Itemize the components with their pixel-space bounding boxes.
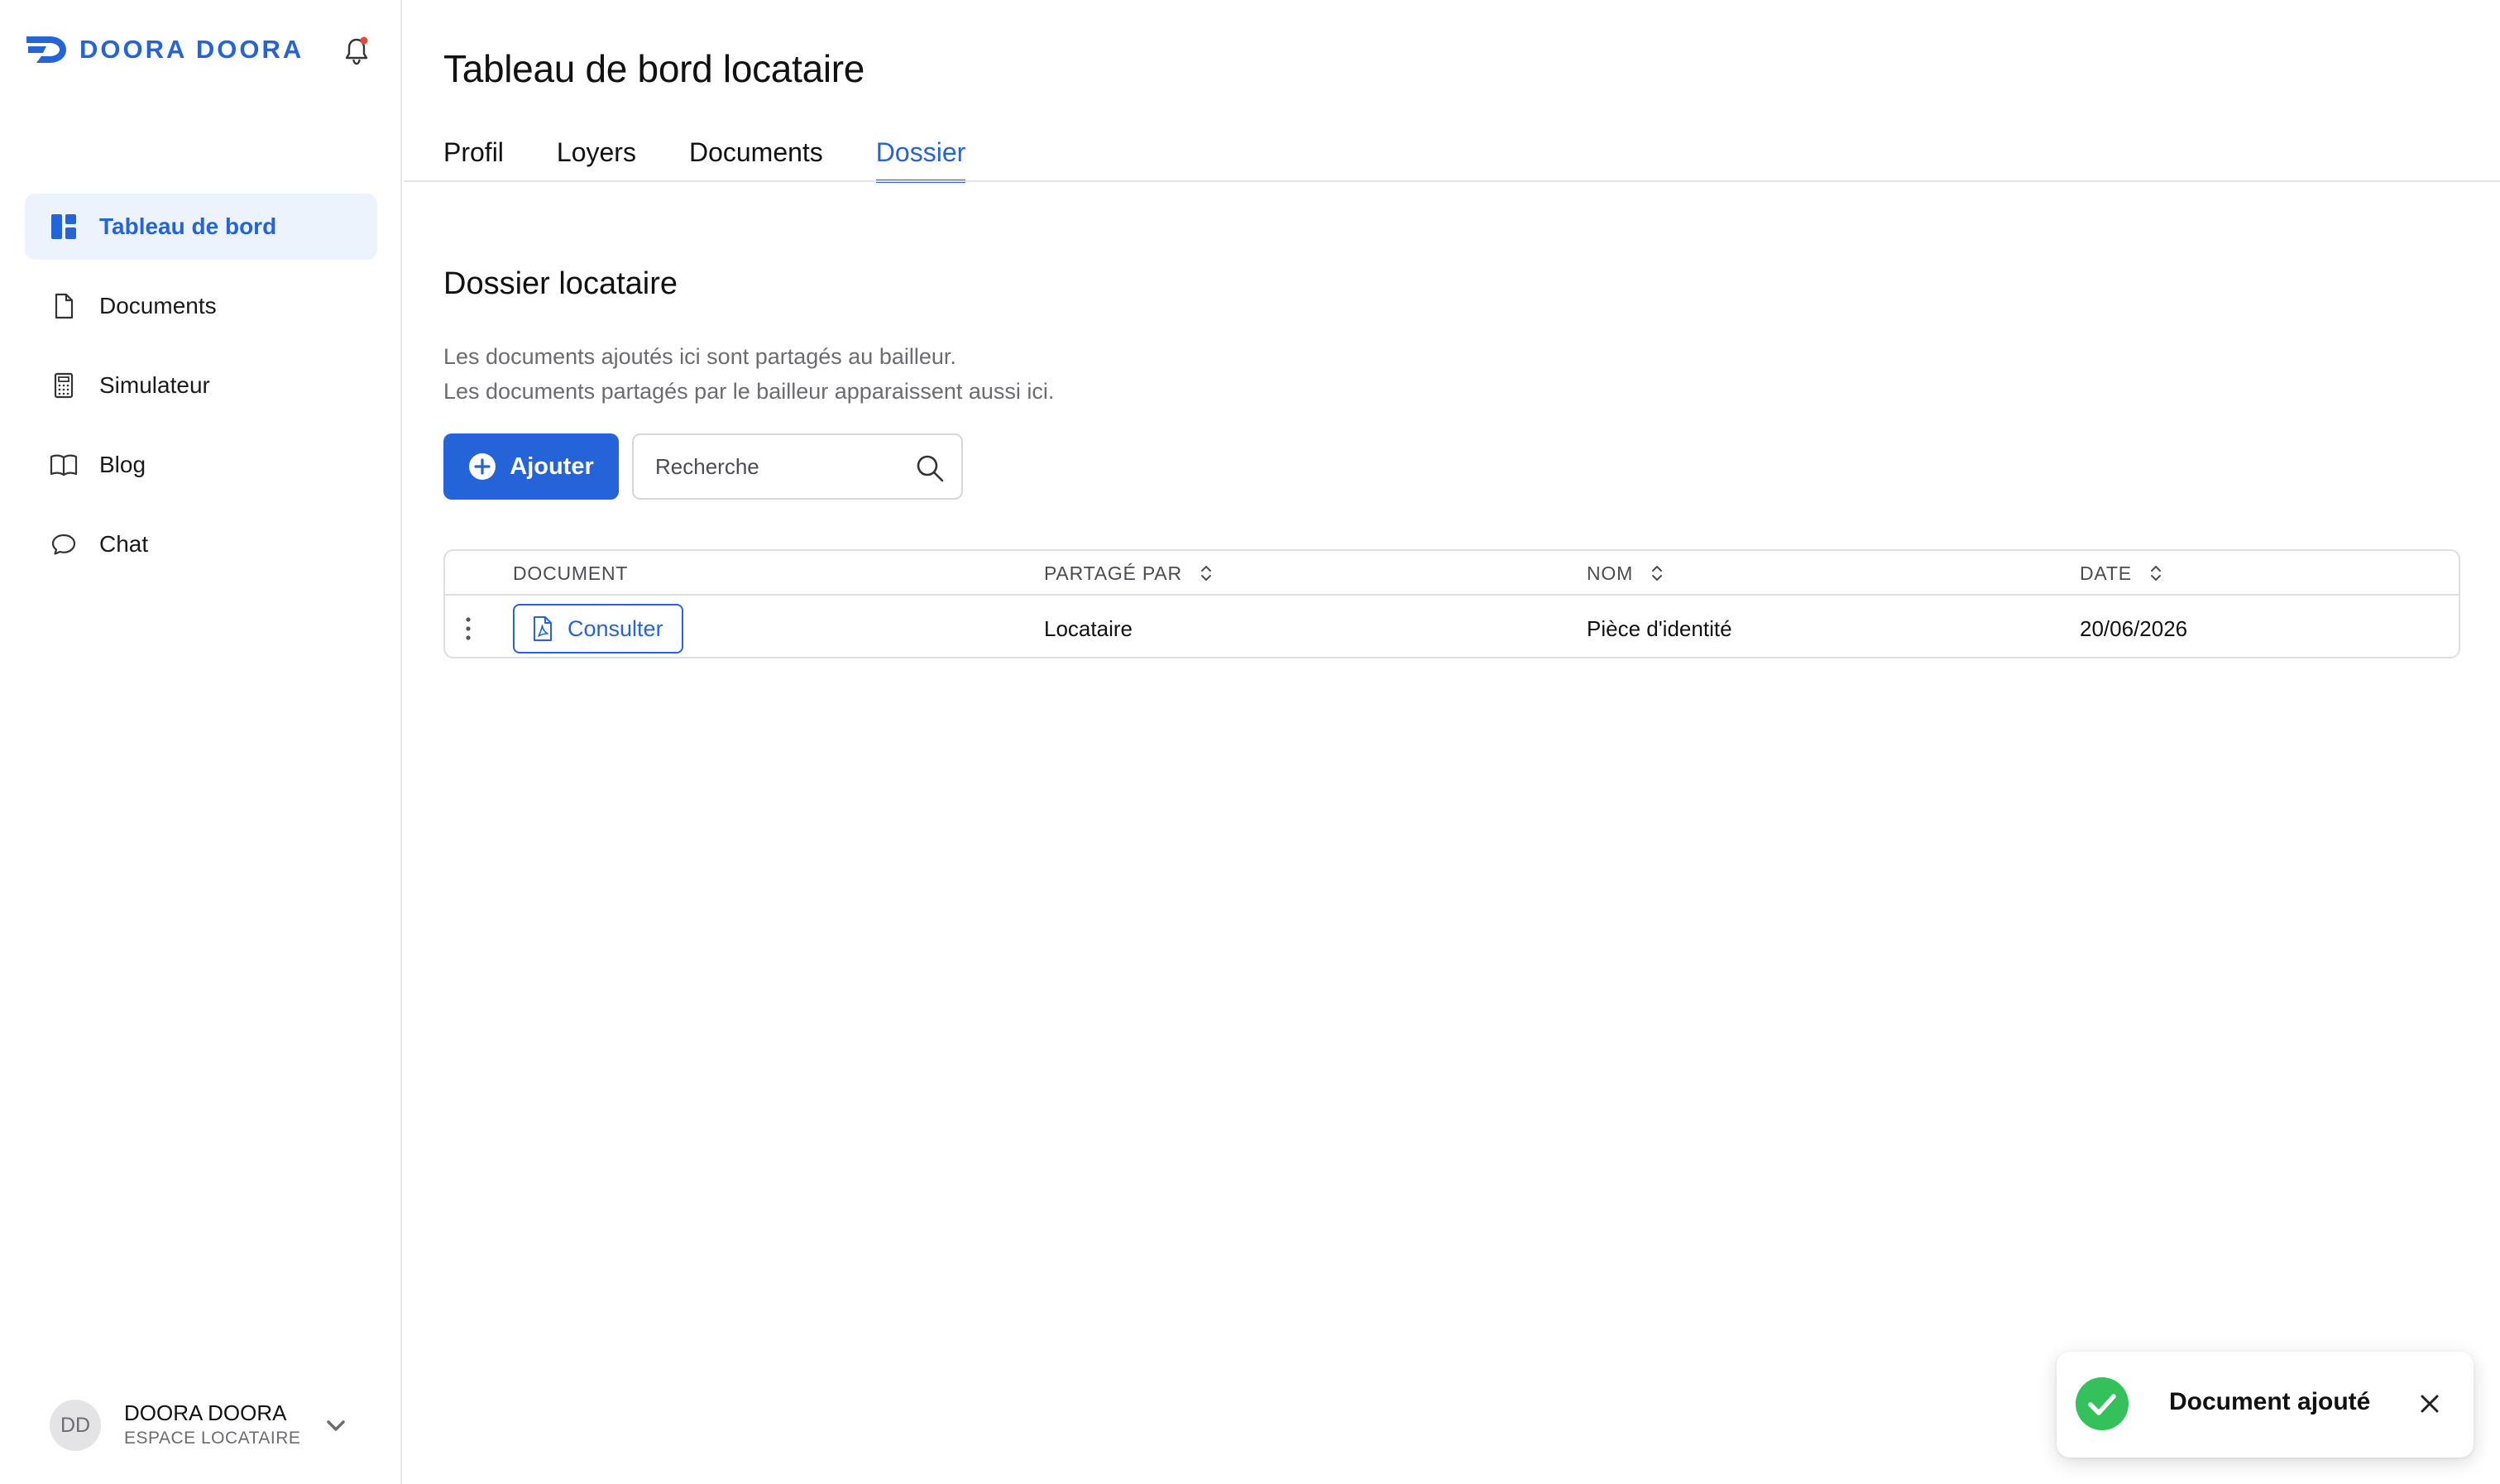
documents-table: DOCUMENT PARTAGÉ PAR NOM DATE Consulter … [443, 549, 2460, 658]
cell-name: Pièce d'identité [1587, 615, 1732, 641]
book-icon [50, 454, 78, 476]
search-icon[interactable] [913, 452, 946, 485]
sidebar-item-label: Simulateur [99, 372, 210, 398]
page-title: Tableau de bord locataire [443, 47, 865, 90]
search-box [632, 433, 963, 500]
sort-icon[interactable] [1650, 564, 1664, 582]
tab-bar: Profil Loyers Documents Dossier [443, 137, 966, 183]
tab-profil[interactable]: Profil [443, 137, 504, 183]
dashboard-icon [51, 214, 76, 239]
user-info: DOORA DOORA ESPACE LOCATAIRE [124, 1400, 300, 1451]
close-icon[interactable] [2416, 1390, 2444, 1418]
column-header-date[interactable]: DATE [2080, 551, 2163, 596]
sidebar-item-documents[interactable]: Documents [25, 273, 377, 339]
notification-bell-icon[interactable] [342, 35, 371, 66]
sidebar-item-simulateur[interactable]: Simulateur [25, 352, 377, 419]
description-line: Les documents ajoutés ici sont partagés … [443, 344, 956, 369]
column-label: DATE [2080, 562, 2132, 584]
plus-circle-icon [469, 453, 496, 480]
table-header: DOCUMENT PARTAGÉ PAR NOM DATE [445, 551, 2459, 596]
brand[interactable]: DOORA DOORA [25, 33, 304, 66]
sidebar-item-chat[interactable]: Chat [25, 511, 377, 577]
table-row: Consulter Locataire Pièce d'identité 20/… [445, 597, 2459, 657]
cell-shared-by: Locataire [1044, 615, 1133, 641]
brand-name: DOORA DOORA [79, 35, 304, 64]
tab-divider [404, 180, 2500, 182]
column-header-partage-par[interactable]: PARTAGÉ PAR [1044, 551, 1214, 596]
tab-dossier[interactable]: Dossier [875, 137, 966, 183]
sidebar-item-label: Documents [99, 293, 217, 318]
add-button-label: Ajouter [510, 452, 594, 480]
check-circle-icon [2076, 1377, 2129, 1430]
avatar: DD [50, 1400, 101, 1451]
section-title: Dossier locataire [443, 266, 678, 301]
pdf-file-icon [534, 616, 552, 641]
column-label: NOM [1587, 562, 1634, 584]
sort-icon[interactable] [1199, 564, 1214, 582]
column-label: PARTAGÉ PAR [1044, 562, 1182, 584]
cell-date: 20/06/2026 [2080, 615, 2188, 641]
sidebar-item-label: Tableau de bord [99, 213, 277, 239]
sidebar-nav: Tableau de bord Documents Simulateur Blo… [25, 194, 377, 591]
user-role: ESPACE LOCATAIRE [124, 1429, 301, 1448]
sort-icon[interactable] [2148, 564, 2163, 582]
add-document-button[interactable]: Ajouter [443, 433, 619, 500]
calculator-icon [54, 372, 74, 399]
success-toast: Document ajouté [2057, 1352, 2474, 1458]
consult-button-label: Consulter [568, 615, 663, 641]
column-header-document: DOCUMENT [513, 551, 628, 596]
sidebar: DOORA DOORA Tableau de bord Documents Si… [0, 0, 402, 1484]
sidebar-item-blog[interactable]: Blog [25, 432, 377, 498]
document-icon [55, 293, 74, 319]
sidebar-item-tableau-de-bord[interactable]: Tableau de bord [25, 194, 377, 260]
column-header-nom[interactable]: NOM [1587, 551, 1664, 596]
user-name: DOORA DOORA [124, 1400, 287, 1425]
chat-bubble-icon [51, 534, 76, 555]
consult-button[interactable]: Consulter [513, 604, 683, 653]
toast-message: Document ajouté [2169, 1388, 2371, 1415]
description-line: Les documents partagés par le bailleur a… [443, 379, 1055, 404]
chevron-down-icon[interactable] [323, 1413, 349, 1439]
column-label: DOCUMENT [513, 562, 629, 584]
sidebar-item-label: Blog [99, 452, 146, 477]
main-content: Tableau de bord locataire Profil Loyers … [404, 0, 2500, 1484]
user-menu[interactable]: DD DOORA DOORA ESPACE LOCATAIRE [50, 1400, 345, 1451]
more-vertical-icon[interactable] [463, 615, 473, 642]
doora-logo-icon [26, 36, 66, 63]
tab-loyers[interactable]: Loyers [557, 137, 636, 183]
sidebar-item-label: Chat [99, 531, 149, 557]
tab-documents[interactable]: Documents [689, 137, 823, 183]
section-description: Les documents ajoutés ici sont partagés … [443, 339, 1054, 409]
search-input[interactable] [654, 452, 902, 481]
